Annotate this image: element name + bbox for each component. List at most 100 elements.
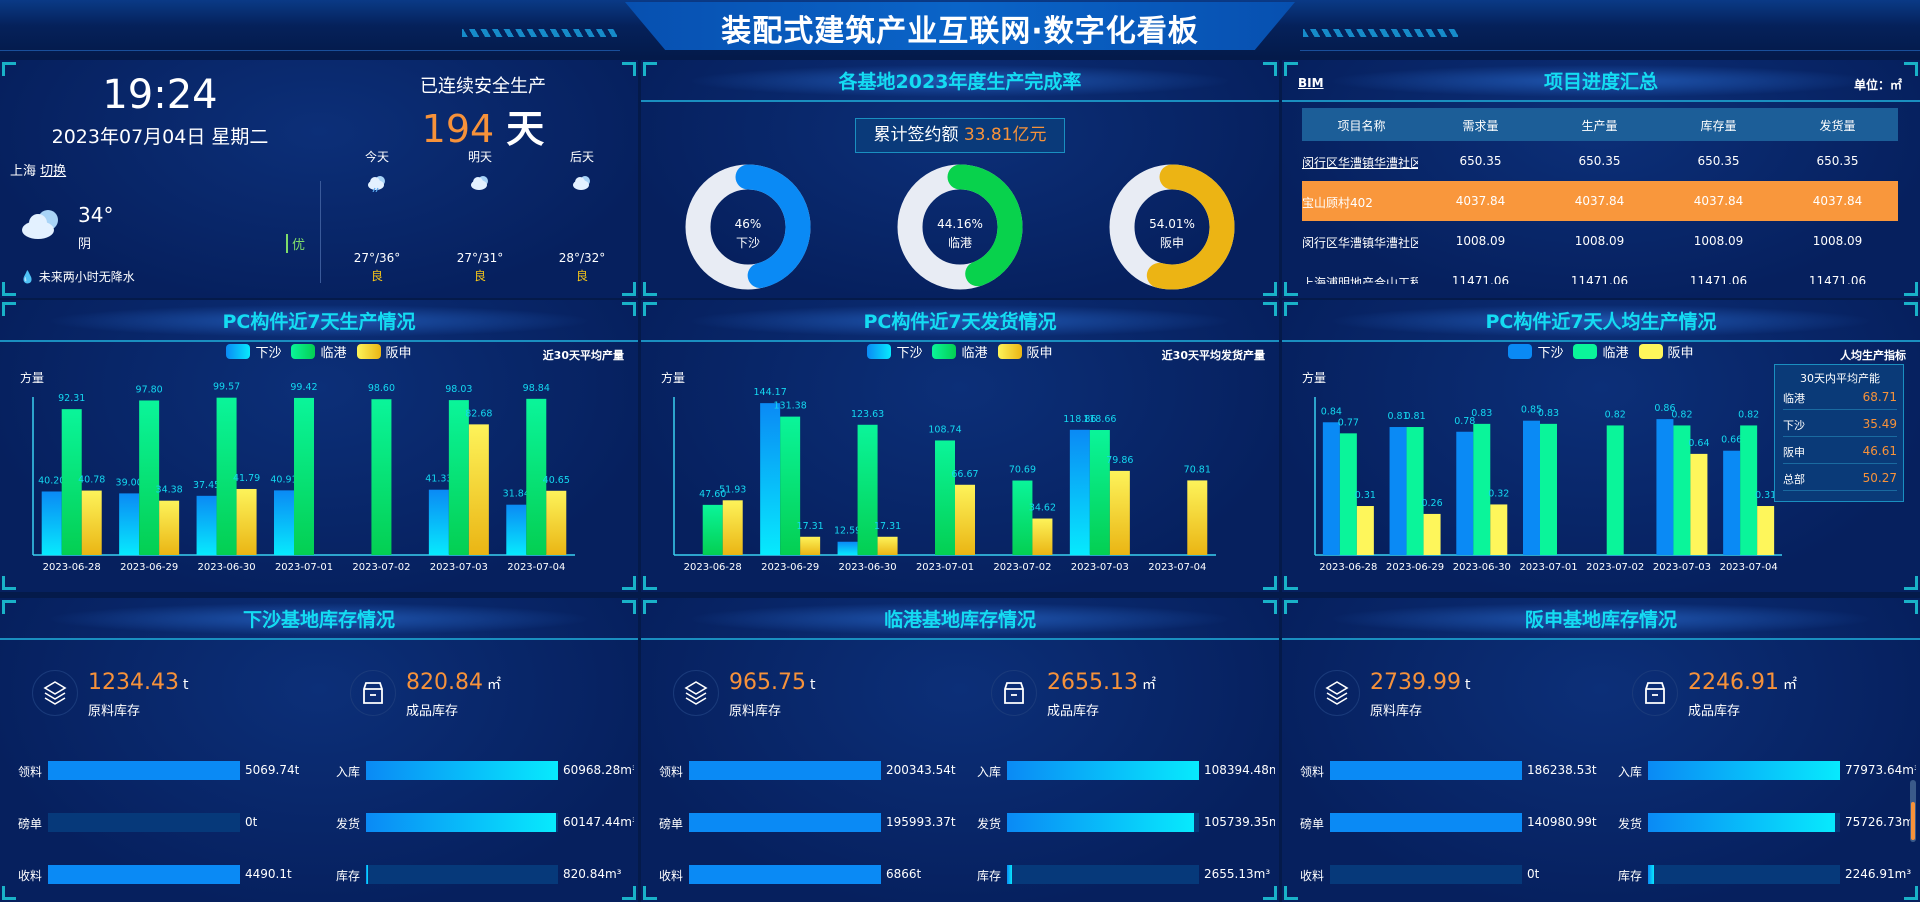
flow-bar — [1648, 761, 1840, 780]
x-tick-label: 2023-07-02 — [352, 562, 410, 573]
bim-link[interactable]: BIM — [1298, 76, 1324, 90]
flow-bar — [1330, 813, 1522, 832]
flow-label: 库存 — [336, 869, 361, 883]
bar — [722, 500, 743, 555]
bar — [371, 399, 392, 555]
table-cell: 650.35 — [1816, 154, 1859, 168]
project-name[interactable]: 宝山顾村402 — [1302, 194, 1418, 211]
bar — [1723, 450, 1741, 555]
box-icon — [350, 670, 396, 716]
flow-bar — [1007, 865, 1199, 884]
panel-title: 各基地2023年度生产完成率 — [838, 71, 1082, 93]
capacity-name: 总部 — [1783, 473, 1805, 486]
flow-bar — [1648, 865, 1840, 884]
clock-date: 2023年07月04日 星期二 — [51, 126, 269, 148]
x-tick-label: 2023-06-29 — [120, 562, 178, 573]
flow-bar-fill — [1648, 813, 1836, 832]
forecast-temp: 27°/36° — [353, 251, 401, 265]
bar — [1423, 513, 1441, 555]
forecast-aqi: 良 — [575, 269, 588, 283]
data-label: 131.38 — [774, 401, 807, 412]
flow-label: 领料 — [659, 765, 684, 779]
table-row[interactable]: 闵行区华漕镇华漕社区 1008.09 1008.09 1008.09 1008.09 — [1302, 221, 1898, 261]
table-row[interactable]: 宝山顾村402 4037.84 4037.84 4037.84 4037.84 — [1302, 181, 1898, 221]
bar — [1032, 518, 1053, 555]
data-label: 40.91 — [270, 474, 297, 485]
stock-label: 原料库存 — [88, 704, 141, 719]
flow-bar — [689, 761, 881, 780]
bar — [857, 424, 878, 555]
bar-chart: 2023-06-28 40.20 92.31 40.78 2023-06-29 39.00… — [32, 382, 575, 573]
project-name[interactable]: 上海浦明地产合山工程 — [1302, 274, 1418, 284]
flow-value: 200343.54t — [886, 763, 956, 777]
scrollbar[interactable] — [1910, 780, 1916, 842]
capacity-box: 30天内平均产能 临港 68.71 下沙 35.49 阪申 46.61 总部 50.27 — [1774, 364, 1904, 502]
flow-bar-fill — [1007, 865, 1012, 884]
project-name[interactable]: 闵行区华漕镇华漕社区 — [1302, 154, 1418, 171]
layers-icon — [673, 670, 719, 716]
flow-value: 195993.37t — [886, 815, 956, 829]
bar — [935, 440, 955, 555]
donut-percent: 54.01% — [1149, 217, 1195, 231]
bar — [1490, 504, 1508, 555]
table-cell: 1008.09 — [1574, 234, 1625, 248]
table-cell: 11471.06 — [1570, 274, 1629, 284]
flow-bar-fill — [366, 865, 368, 884]
contract-total: 累计签约额 33.81亿元 — [855, 118, 1065, 153]
flow-bar — [48, 865, 240, 884]
data-label: 0.66 — [1721, 435, 1742, 446]
bar — [837, 541, 858, 555]
table-row[interactable]: 闵行区华漕镇华漕社区 650.35 650.35 650.35 650.35 — [1302, 141, 1898, 181]
x-tick-label: 2023-07-02 — [993, 562, 1051, 573]
inventory-panel: 临港基地库存情况 965.75 t 原料库存 2655.13 ㎡成品库存 领料 200343.… — [641, 598, 1279, 902]
flow-bar-fill — [689, 761, 881, 780]
x-tick-label: 2023-06-28 — [1319, 562, 1377, 573]
x-tick-label: 2023-07-04 — [1148, 562, 1206, 573]
flow-label: 领料 — [18, 765, 43, 779]
flow-value: 60147.44m³ — [563, 815, 634, 829]
bar — [1656, 419, 1674, 555]
flow-bar-fill — [1330, 761, 1522, 780]
city-switch-link[interactable]: 切换 — [40, 164, 66, 179]
bar — [955, 484, 975, 555]
bar — [1406, 427, 1424, 555]
current-condition: 阴 — [78, 237, 92, 252]
flow-bar — [366, 761, 558, 780]
x-tick-label: 2023-06-30 — [839, 562, 897, 573]
flow-value: 4490.1t — [245, 867, 292, 881]
table-header: 项目名称 需求量 生产量 库存量 发货量 — [1302, 108, 1898, 141]
table-cell: 4037.84 — [1455, 194, 1506, 208]
data-label: 0.26 — [1421, 498, 1442, 509]
flow-bar-fill — [366, 813, 557, 832]
bar — [274, 490, 294, 555]
table-cell: 4037.84 — [1574, 194, 1625, 208]
flow-value: 820.84m³ — [563, 867, 622, 881]
bar — [139, 400, 160, 555]
forecast-day: 后天 — [569, 150, 594, 164]
flow-label: 领料 — [1300, 765, 1325, 779]
x-tick-label: 2023-06-28 — [684, 562, 742, 573]
bar — [428, 489, 449, 555]
stock-label: 原料库存 — [729, 704, 782, 719]
bar — [800, 536, 821, 555]
project-name[interactable]: 闵行区华漕镇华漕社区 — [1302, 234, 1418, 251]
table-row[interactable]: 上海浦明地产合山工程 11471.06 11471.06 11471.06 11471.… — [1302, 261, 1898, 284]
stock-value: 820.84 ㎡ — [406, 670, 501, 695]
forecast-day: 明天 — [467, 150, 492, 164]
inventory-panel: 下沙基地库存情况 1234.43 t 原料库存 820.84 ㎡成品库存 领料 5069.74… — [0, 598, 638, 902]
clock-time: 19:24 — [102, 72, 218, 118]
bar-chart: 2023-06-2847.6051.932023-06-29144.17131.… — [673, 387, 1216, 573]
flow-bar — [1007, 761, 1199, 780]
flow-bar-fill — [1648, 761, 1840, 780]
flow-value: 0t — [1527, 867, 1540, 881]
data-label: 70.69 — [1009, 465, 1036, 476]
flow-value: 6866t — [886, 867, 922, 881]
air-quality: 优 — [286, 234, 305, 253]
flow-value: 2246.91m³ — [1845, 867, 1912, 881]
flow-label: 库存 — [1618, 869, 1643, 883]
table-cell: 650.35 — [1697, 154, 1740, 168]
data-label: 41.33 — [425, 474, 452, 485]
flow-value: 108394.48m³ — [1204, 763, 1275, 777]
data-label: 41.79 — [233, 473, 260, 484]
data-label: 0.82 — [1738, 409, 1759, 420]
